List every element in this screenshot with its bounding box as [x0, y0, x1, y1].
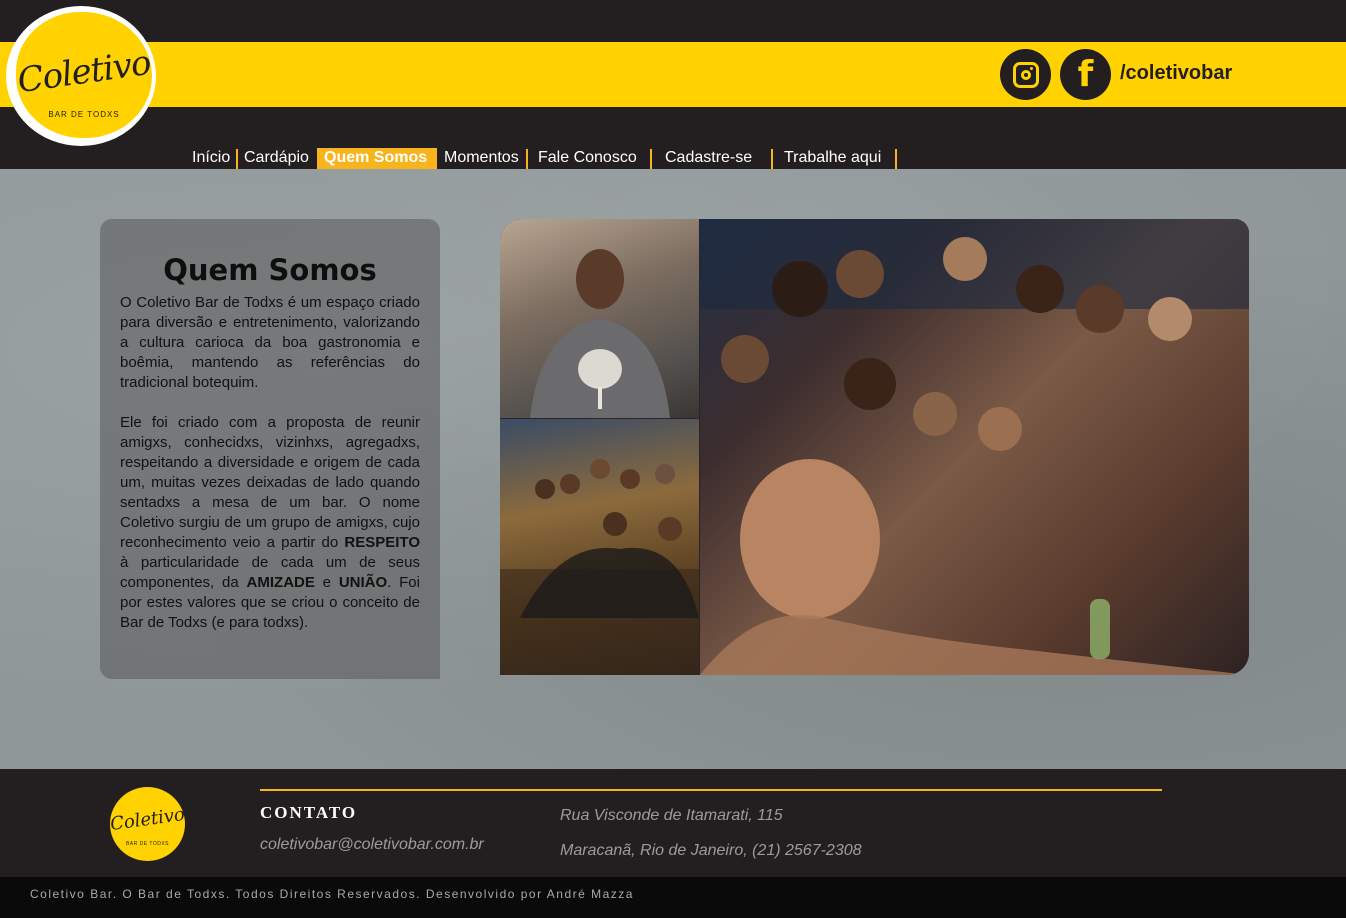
photo-group-table	[500, 419, 699, 675]
nav-trabalhe-aqui[interactable]: Trabalhe aqui	[777, 148, 888, 169]
logo-subtitle: BAR DE TODXS	[48, 110, 120, 119]
footer-logo-subtitle: BAR DE TODXS	[125, 841, 170, 847]
social-handle[interactable]: /coletivobar	[1120, 62, 1232, 85]
address-line-1: Rua Visconde de Itamarati, 115	[560, 807, 783, 824]
nav-quem-somos[interactable]: Quem Somos	[317, 148, 437, 169]
photo-man-illustration	[530, 249, 670, 418]
header-top	[0, 0, 1346, 42]
instagram-icon	[1012, 61, 1039, 88]
contact-title: CONTATO	[260, 803, 358, 822]
page-title: Quem Somos	[163, 253, 377, 287]
logo-script: Coletivo	[15, 42, 153, 102]
photo-man-with-drink	[500, 219, 699, 418]
facebook-icon: f	[1077, 54, 1094, 95]
nav-separator	[895, 149, 897, 169]
logo[interactable]: Coletivo BAR DE TODXS	[6, 6, 156, 146]
nav-cadastre-se[interactable]: Cadastre-se	[658, 148, 759, 169]
bold-uniao: UNIÃO	[338, 574, 388, 591]
nav-inicio[interactable]: Início	[185, 148, 237, 169]
contact-email-link[interactable]: coletivobar@coletivobar.com.br	[260, 836, 484, 854]
photo-collage	[500, 219, 1249, 675]
instagram-link[interactable]	[1000, 49, 1051, 100]
photo-group-illustration	[500, 459, 699, 675]
logo-badge: Coletivo BAR DE TODXS	[15, 12, 153, 138]
text-span: Ele foi criado com a proposta de reunir …	[120, 414, 420, 551]
text-span: e	[314, 574, 339, 591]
footer-divider	[260, 789, 1162, 791]
nav-separator	[771, 149, 773, 169]
footer-logo[interactable]: Coletivo BAR DE TODXS	[108, 787, 187, 861]
nav-momentos[interactable]: Momentos	[437, 148, 526, 169]
address-line-2: Maracanã, Rio de Janeiro, (21) 2567-2308	[560, 842, 862, 859]
nav-separator	[650, 149, 652, 169]
bold-respeito: RESPEITO	[344, 534, 420, 551]
copyright-text: Coletivo Bar. O Bar de Todxs. Todos Dire…	[30, 887, 634, 901]
photo-crowd-illustration	[700, 219, 1249, 675]
bold-amizade: AMIZADE	[246, 574, 315, 591]
nav-fale-conosco[interactable]: Fale Conosco	[531, 148, 644, 169]
about-panel: Quem Somos O Coletivo Bar de Todxs é um …	[100, 219, 440, 679]
copyright-bar: Coletivo Bar. O Bar de Todxs. Todos Dire…	[0, 877, 1346, 918]
about-paragraph-2: Ele foi criado com a proposta de reunir …	[120, 413, 420, 633]
nav-cardapio[interactable]: Cardápio	[237, 148, 316, 169]
photo-crowd-selfie	[700, 219, 1249, 675]
nav-separator	[526, 149, 528, 169]
facebook-link[interactable]: f	[1060, 49, 1111, 100]
about-paragraph-1: O Coletivo Bar de Todxs é um espaço cria…	[120, 294, 420, 391]
footer-logo-script: Coletivo	[108, 803, 187, 836]
